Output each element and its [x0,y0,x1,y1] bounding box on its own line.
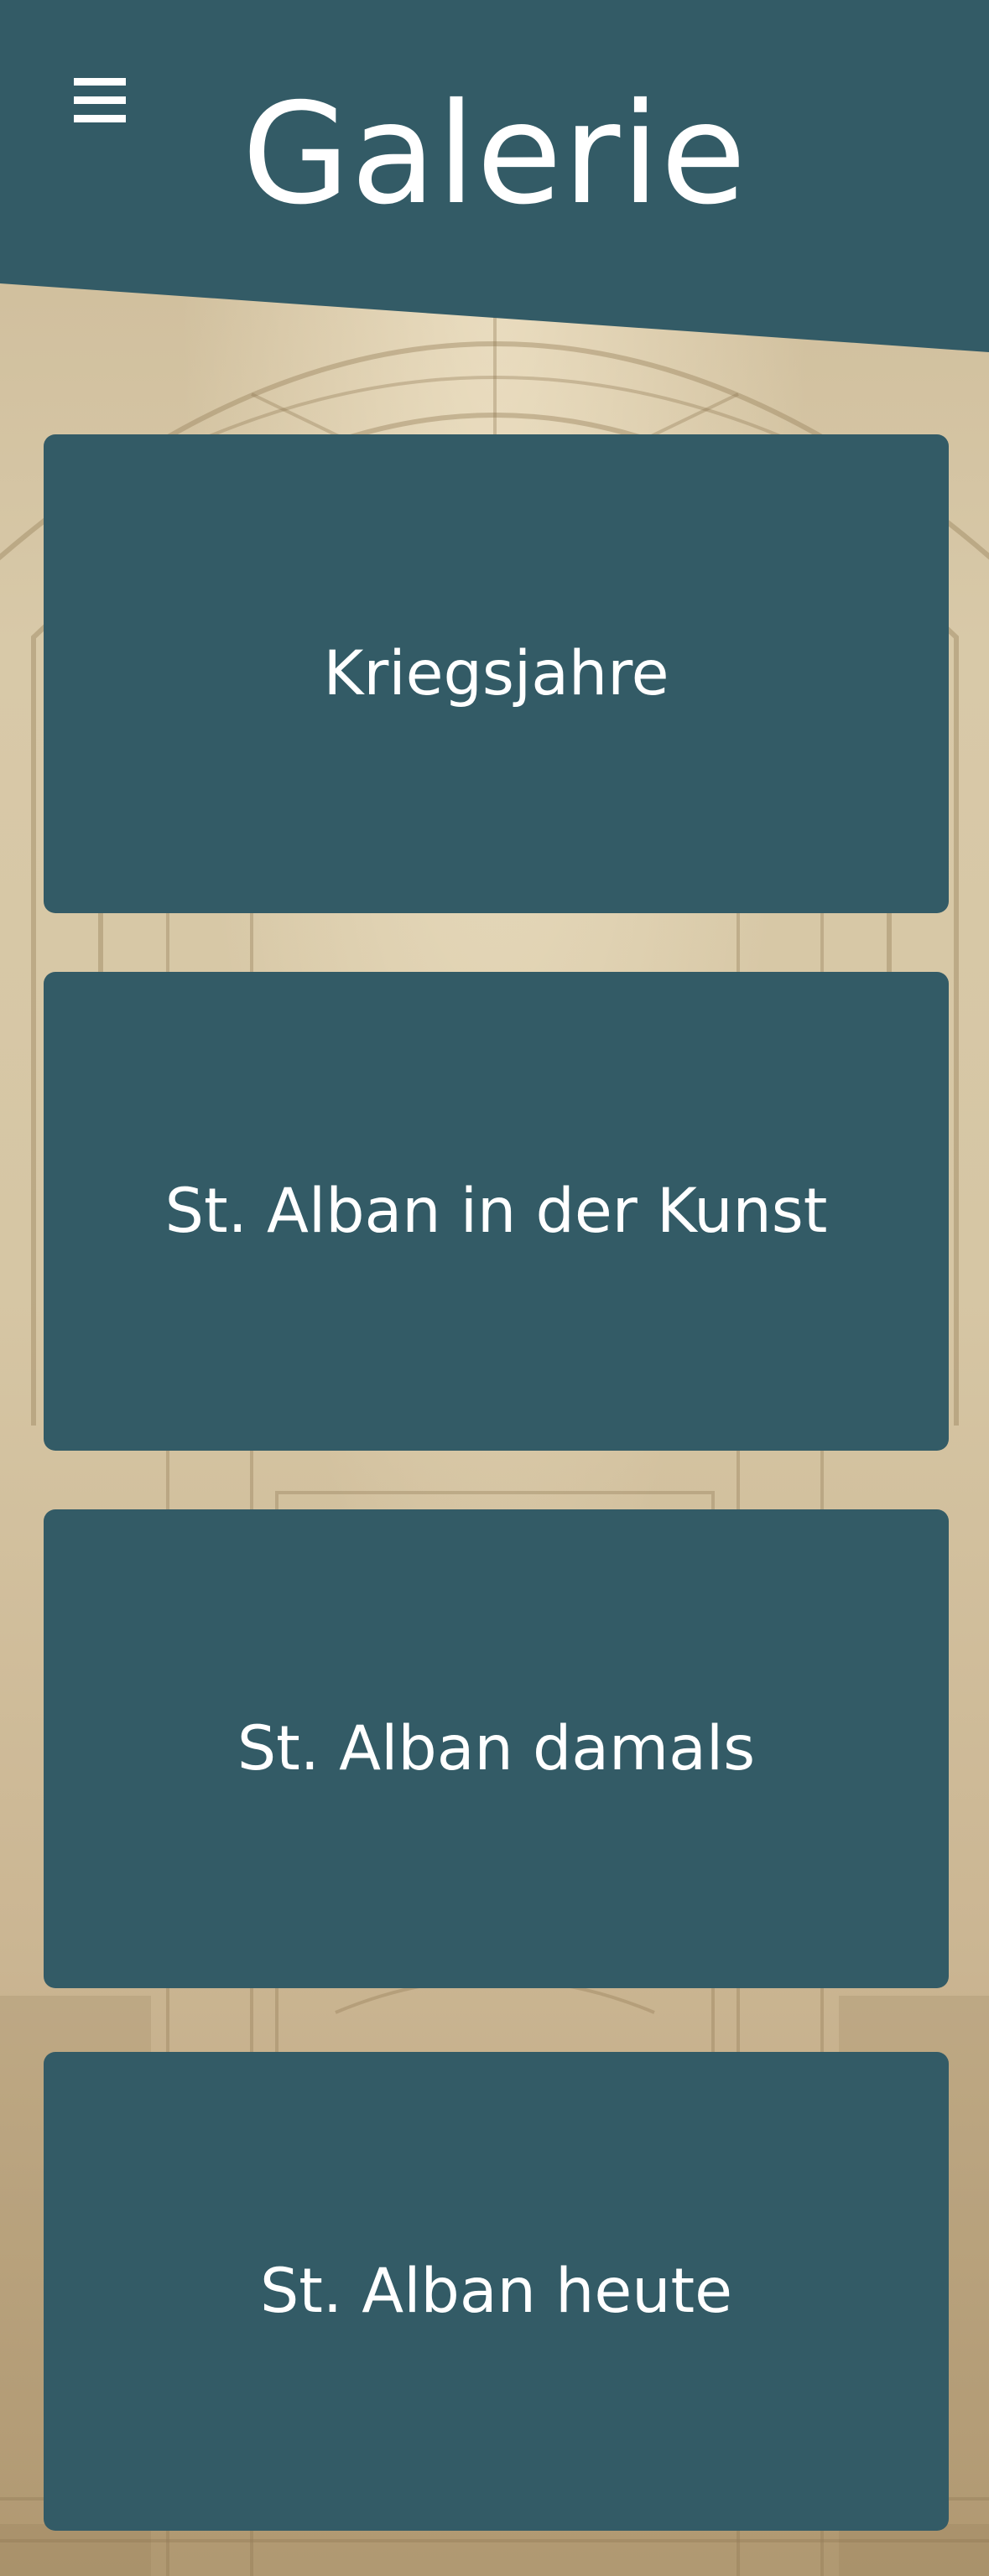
gallery-tile-heute[interactable]: St. Alban heute [44,2052,949,2531]
gallery-list: Kriegsjahre St. Alban in der Kunst St. A… [0,0,989,2576]
gallery-tile-label: St. Alban in der Kunst [164,1175,828,1247]
gallery-tile-label: St. Alban heute [259,2255,733,2327]
gallery-tile-label: Kriegsjahre [323,637,669,709]
gallery-tile-kunst[interactable]: St. Alban in der Kunst [44,972,949,1451]
gallery-tile-kriegsjahre[interactable]: Kriegsjahre [44,434,949,913]
gallery-tile-label: St. Alban damals [237,1712,756,1784]
gallery-tile-damals[interactable]: St. Alban damals [44,1509,949,1988]
